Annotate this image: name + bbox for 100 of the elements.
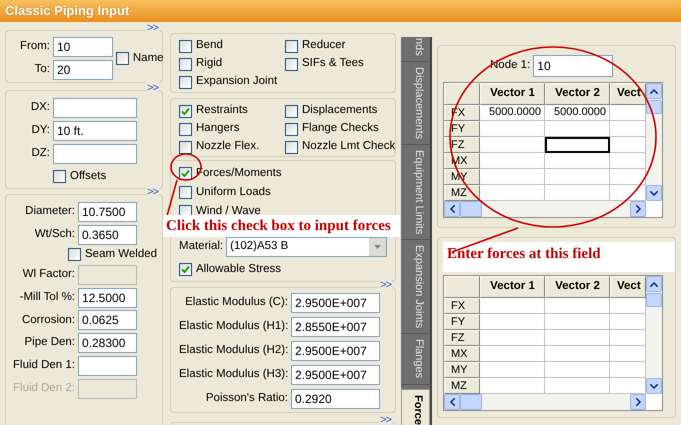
side-tab[interactable]: Expansion Joints [401,240,430,334]
arrow-down-icon [650,190,658,196]
scroll-button[interactable] [630,201,646,217]
node-field[interactable]: 10 [533,55,614,77]
option-checkbox[interactable]: Hangers [179,121,285,137]
modulus-field[interactable]: 2.9500E+007 [291,341,380,361]
arrow-up-icon [650,88,658,94]
side-tab[interactable]: Displacements [401,62,430,145]
arrow-left-icon [450,205,454,213]
offsets-checkbox[interactable]: Offsets [53,170,158,184]
offset-field[interactable] [53,144,137,164]
column-header: Vector 1 [480,83,545,105]
scroll-button[interactable] [646,185,662,201]
row-header: MY [444,362,480,378]
allowable-stress-checkbox[interactable]: Allowable Stress [179,262,282,276]
checkmark-icon [181,264,190,274]
load-checkbox[interactable]: Uniform Loads [179,186,271,200]
property-field[interactable]: 0.3650 [78,225,137,246]
scroll-button[interactable] [646,378,662,394]
arrow-up-icon [650,282,658,286]
vertical-scrollbar[interactable] [646,83,662,201]
field-label: Fluid Den 2: [12,382,75,396]
leader-line [166,180,178,216]
scroll-button[interactable] [646,83,662,99]
option-checkbox[interactable]: Flange Checks [285,121,396,137]
arrow-right-icon [636,398,640,406]
option-checkbox[interactable]: Restraints [179,103,285,119]
option-checkbox[interactable]: SIFs & Tees [285,56,387,72]
field-label: Poisson's Ratio: [204,392,288,406]
field-label: To: [34,62,50,77]
column-header: Vector 2 [545,276,610,298]
offset-field[interactable]: 10 ft. [53,120,137,141]
checkmark-icon [181,106,190,116]
row-header: FY [444,121,480,137]
property-field[interactable]: 0.28300 [78,333,137,354]
window-title: Classic Piping Input [0,0,681,22]
side-tab[interactable]: Flanges [401,334,430,385]
field-label: DY: [30,124,50,138]
horizontal-scrollbar[interactable] [444,201,646,217]
scroll-thumb[interactable] [460,201,482,217]
expand-toggle[interactable]: >> [379,414,392,425]
modulus-field[interactable]: 0.2920 [291,389,380,409]
option-checkbox[interactable]: Nozzle Flex. [179,139,285,155]
option-checkbox[interactable]: Expansion Joint [179,74,285,90]
modulus-field[interactable]: 2.9500E+007 [291,293,380,313]
side-tab[interactable]: Equipment Limits [401,144,430,240]
field-label: Elastic Modulus (H2): [179,344,288,358]
node-field[interactable]: 10 [53,37,113,57]
table-cell[interactable] [545,137,610,153]
arrow-right-icon [636,205,640,213]
field-label: Wt/Sch: [34,228,75,242]
field-label: Corrosion: [20,314,75,328]
callout-text: Enter forces at this field [443,242,675,272]
material-dropdown[interactable]: (102)A53 B [226,237,387,257]
row-header: FZ [444,330,480,346]
arrow-left-icon [450,398,454,406]
field-label: -Mill Tol %: [18,290,75,304]
option-checkbox[interactable]: Reducer [285,38,387,54]
property-field[interactable]: 0.0625 [78,310,137,330]
side-tab[interactable]: Force [401,388,430,425]
option-checkbox[interactable]: Rigid [179,56,285,72]
seam-welded-checkbox[interactable]: Seam Welded [68,248,158,262]
scroll-button[interactable] [630,394,646,410]
scroll-thumb[interactable] [460,394,482,410]
column-header: Vect [610,276,646,298]
table-cell[interactable]: 5000.0000 [480,105,545,121]
property-field[interactable] [78,356,137,376]
side-tab[interactable]: nds [401,37,430,62]
row-header: FY [444,314,480,330]
checkmark-icon [181,168,190,178]
field-label: Elastic Modulus (C): [184,296,288,310]
modulus-field[interactable]: 2.9500E+007 [291,365,380,385]
vertical-scrollbar[interactable] [646,276,662,394]
field-label: Pipe Den: [23,336,75,350]
name-checkbox[interactable]: Name [116,52,164,66]
row-header: FZ [444,137,480,153]
option-checkbox[interactable]: Displacements [285,103,396,119]
scroll-button[interactable] [444,201,460,217]
field-label: Diameter: [24,205,75,220]
modulus-field[interactable]: 2.8550E+007 [291,317,380,337]
option-checkbox[interactable]: Nozzle Lmt Check [285,139,396,155]
field-label: Node 1: [490,59,530,73]
scroll-thumb[interactable] [646,293,662,307]
field-label: Elastic Modulus (H1): [179,320,288,334]
scroll-button[interactable] [444,394,460,410]
field-label: Material: [179,240,224,254]
offset-field[interactable] [53,98,137,118]
property-field[interactable]: 10.7500 [78,202,137,222]
property-field[interactable]: 12.5000 [78,288,137,308]
horizontal-scrollbar[interactable] [444,394,646,410]
arrow-down-icon [650,384,658,388]
option-checkbox[interactable]: Bend [179,38,285,54]
table-cell[interactable]: 5000.0000 [545,105,610,121]
column-header: Vector 1 [480,276,545,298]
column-header: Vector 2 [545,83,610,105]
field-label: From: [18,40,50,54]
column-header: Vect [610,83,646,105]
scroll-button[interactable] [646,276,662,292]
node-field[interactable]: 20 [53,60,113,80]
row-header: FX [444,298,480,314]
